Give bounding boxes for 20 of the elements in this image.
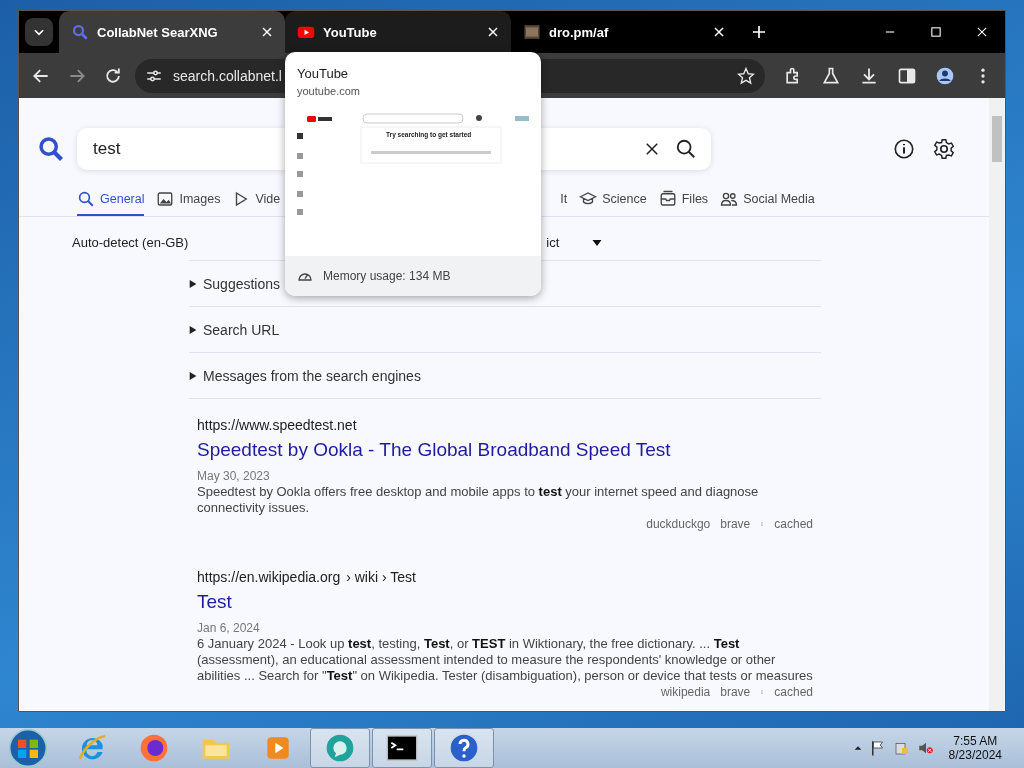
engine-label: brave	[720, 517, 751, 531]
result-url: https://en.wikipedia.org	[197, 569, 341, 585]
engine-label: brave	[720, 685, 751, 699]
tab-title: dro.pm/af	[549, 24, 610, 40]
result-path: › wiki › Test	[346, 569, 416, 585]
result-snippet: 6 January 2024 - Look up test, testing, Test, or TEST in Wiktionary, the free dictionary. ... Test (assessment), an educational assessment intended to measure the respondents' knowledge or other abilities ... Search for "Test" on Wikipedia. Tester (disambiguation), person or device that tests or measures	[197, 636, 813, 684]
preview-url: youtube.com	[296, 84, 361, 97]
tab-title: CollabNet SearXNG	[97, 24, 219, 40]
result-date: Jan 6, 2024	[197, 621, 261, 635]
tab-title: YouTube	[323, 24, 378, 40]
clock-time: 7:55 AM	[953, 734, 998, 748]
memory-usage-text: Memory usage: 134 MB	[323, 269, 451, 283]
result-date: May 30, 2023	[197, 469, 271, 483]
engine-label: wikipedia	[660, 685, 711, 699]
result-snippet: Speedtest by Ookla offers free desktop and mobile apps to test your internet speed and diagnose connectivity issues.	[197, 484, 760, 516]
engine-label: duckduckgo	[646, 517, 711, 531]
result-url: https://www.speedtest.net	[197, 417, 357, 433]
clock-date: 8/23/2024	[948, 748, 1002, 762]
url-text: search.collabnet.l	[173, 67, 282, 84]
preview-title: YouTube	[296, 65, 350, 81]
